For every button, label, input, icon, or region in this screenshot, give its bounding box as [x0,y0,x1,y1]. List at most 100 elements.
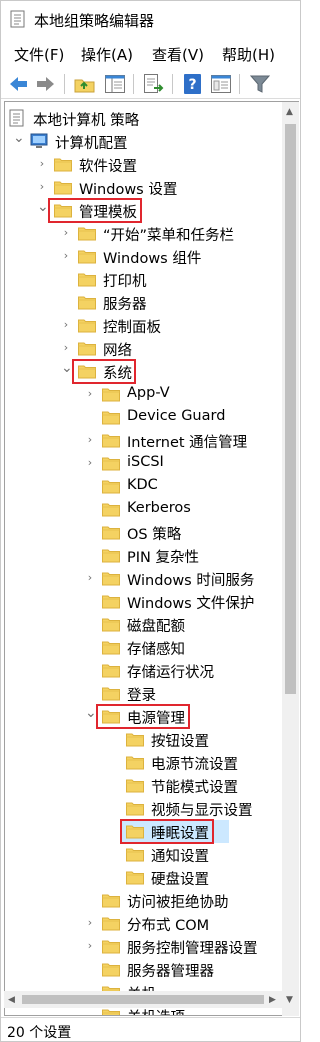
tree-item[interactable]: › 软件设置 [5,153,282,176]
tree-item[interactable]: › iSCSI [5,452,282,475]
tree-item[interactable]: 存储运行状况 [5,659,282,682]
computer-icon [29,131,49,151]
scroll-left-arrow[interactable]: ◀ [8,995,15,1005]
filter-icon[interactable] [248,72,272,96]
tree-item[interactable]: 存储感知 [5,636,282,659]
menu-action[interactable]: 操作(A) [81,44,133,65]
tree-item[interactable]: 打印机 [5,268,282,291]
annotation-highlight-box [48,198,142,223]
toolbar: ? [1,69,300,99]
expand-chevron-icon[interactable]: › [61,341,71,355]
tree-item[interactable]: 按钮设置 [5,728,282,751]
expand-chevron-icon[interactable]: › [61,249,71,263]
expand-chevron-icon[interactable]: › [61,226,71,240]
tree-item[interactable]: › App-V [5,383,282,406]
up-folder-icon[interactable] [73,72,97,96]
scroll-right-arrow[interactable]: ▶ [269,995,276,1005]
folder-icon [101,476,121,496]
folder-icon [125,798,145,818]
tree-item-label: 硬盘设置 [151,872,209,888]
properties-icon[interactable] [209,72,233,96]
forward-icon[interactable] [33,72,57,96]
tree-item[interactable]: › Windows 时间服务 [5,567,282,590]
annotation-highlight-box [120,819,214,844]
folder-icon [101,407,121,427]
folder-icon [125,844,145,864]
folder-icon [101,522,121,542]
tree-item[interactable]: PIN 复杂性 [5,544,282,567]
tree-item[interactable]: ⌄ 计算机配置 [5,130,282,153]
tree-item[interactable]: Device Guard [5,406,282,429]
tree-item[interactable]: 服务器管理器 [5,958,282,981]
tree-item[interactable]: 服务器 [5,291,282,314]
tree-item[interactable]: 节能模式设置 [5,774,282,797]
window-title: 本地组策略编辑器 [34,12,155,30]
folder-icon [77,269,97,289]
tree-item-label: 控制面板 [103,320,161,336]
expand-chevron-icon[interactable]: › [61,318,71,332]
expand-chevron-icon[interactable]: › [85,939,95,953]
tree-item[interactable]: 磁盘配额 [5,613,282,636]
folder-icon [53,154,73,174]
tree-item[interactable]: 硬盘设置 [5,866,282,889]
show-hide-tree-icon[interactable] [103,72,127,96]
policy-tree[interactable]: 本地计算机 策略 ⌄ 计算机配置 › 软件设置 › Windows 设置 ⌄ 管理模板 › “开始”… [4,101,282,1016]
tree-item[interactable]: OS 策略 [5,521,282,544]
expand-chevron-icon[interactable]: › [85,456,95,470]
tree-item-label: Windows 组件 [103,251,202,267]
expand-chevron-icon[interactable]: › [85,433,95,447]
vertical-scrollbar[interactable]: ▲ ▼ [282,101,299,1016]
expand-chevron-icon[interactable]: › [37,180,47,194]
scroll-down-arrow[interactable]: ▼ [286,995,293,1005]
vertical-scroll-thumb[interactable] [285,124,296,694]
back-icon[interactable] [7,72,31,96]
menu-help[interactable]: 帮助(H) [222,44,275,65]
toolbar-separator [64,74,65,94]
folder-icon [101,614,121,634]
tree-item-label: 通知设置 [151,849,209,865]
status-bar: 20 个设置 [1,1017,300,1041]
tree-item[interactable]: 登录 [5,682,282,705]
tree-item[interactable]: Kerberos [5,498,282,521]
tree-item[interactable]: › 服务控制管理器设置 [5,935,282,958]
tree-item[interactable]: › Windows 组件 [5,245,282,268]
tree-item[interactable]: KDC [5,475,282,498]
tree-item[interactable]: › 分布式 COM [5,912,282,935]
tree-item[interactable]: › Windows 设置 [5,176,282,199]
folder-icon [101,660,121,680]
expand-chevron-icon[interactable]: › [85,571,95,585]
tree-item-label: 分布式 COM [127,918,210,934]
tree-item[interactable]: Windows 文件保护 [5,590,282,613]
collapse-chevron-icon[interactable]: ⌄ [61,361,73,375]
folder-icon [101,591,121,611]
horizontal-scrollbar[interactable]: ◀ ▶ [4,991,282,1008]
expand-chevron-icon[interactable]: › [85,387,95,401]
tree-item[interactable]: › 控制面板 [5,314,282,337]
export-list-icon[interactable] [141,72,165,96]
tree-item[interactable]: 电源节流设置 [5,751,282,774]
menu-file[interactable]: 文件(F) [14,44,64,65]
scroll-up-arrow[interactable]: ▲ [286,107,293,117]
menu-view[interactable]: 查看(V) [152,44,204,65]
collapse-chevron-icon[interactable]: ⌄ [37,200,49,214]
tree-item[interactable]: ⌄ 系统 [5,360,282,383]
tree-item[interactable]: 本地计算机 策略 [5,107,282,130]
tree-item[interactable]: ⌄ 管理模板 [5,199,282,222]
expand-chevron-icon[interactable]: › [37,157,47,171]
title-bar: 本地组策略编辑器 [1,1,300,39]
collapse-chevron-icon[interactable]: ⌄ [13,131,25,145]
tree-item[interactable]: 视频与显示设置 [5,797,282,820]
folder-icon [77,315,97,335]
help-icon[interactable]: ? [181,72,205,96]
tree-item[interactable]: 访问被拒绝协助 [5,889,282,912]
expand-chevron-icon[interactable]: › [85,916,95,930]
gpedit-window: 本地组策略编辑器 文件(F) 操作(A) 查看(V) 帮助(H) ? 本地计算机… [0,0,301,1042]
tree-item[interactable]: › Internet 通信管理 [5,429,282,452]
horizontal-scroll-thumb[interactable] [22,995,264,1004]
collapse-chevron-icon[interactable]: ⌄ [85,706,97,720]
tree-item[interactable]: 通知设置 [5,843,282,866]
tree-item[interactable]: › “开始”菜单和任务栏 [5,222,282,245]
tree-item-label: 存储感知 [127,642,185,658]
tree-item[interactable]: › 网络 [5,337,282,360]
tree-item-label: 服务器管理器 [127,964,214,980]
